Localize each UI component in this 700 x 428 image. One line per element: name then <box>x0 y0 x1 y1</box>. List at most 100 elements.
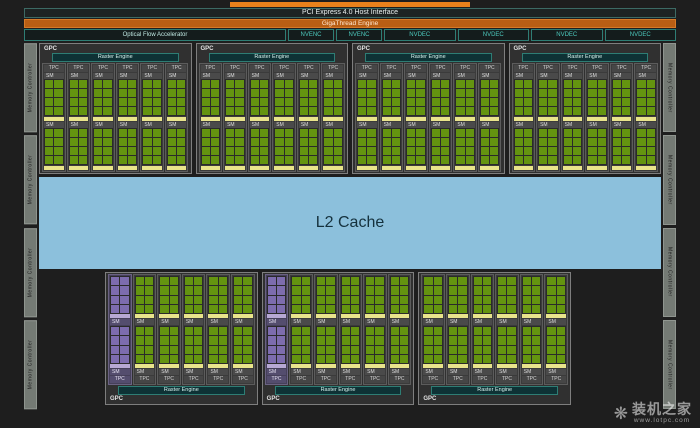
sm-block: SM <box>225 122 245 170</box>
core-cell <box>524 138 532 146</box>
core-cell <box>539 89 547 97</box>
core-cell <box>539 129 547 137</box>
core-cell <box>424 305 432 313</box>
core-cell <box>153 107 161 115</box>
l1-cache-bar <box>390 364 410 368</box>
core-cell <box>170 336 178 344</box>
core-cell <box>219 346 227 354</box>
core-cell <box>539 147 547 155</box>
core-grid <box>514 79 534 116</box>
core-grid <box>341 276 361 314</box>
core-cell <box>498 286 506 294</box>
core-cell <box>194 327 202 335</box>
core-cell <box>483 346 491 354</box>
core-cell <box>251 138 259 146</box>
core-cell <box>456 147 464 155</box>
core-cell <box>474 277 482 285</box>
core-grid <box>357 128 377 165</box>
gpc-block: SMSMTPCSMSMTPCSMSMTPCSMSMTPCSMSMTPCSMSMT… <box>262 272 415 405</box>
core-cell <box>136 346 144 354</box>
core-cell <box>54 156 62 164</box>
gpc-block: GPCRaster EngineTPCSMSMTPCSMSMTPCSMSMTPC… <box>196 43 349 174</box>
raster-engine-bar: Raster Engine <box>118 386 245 395</box>
core-cell <box>300 107 308 115</box>
core-cell <box>400 277 408 285</box>
core-cell <box>160 286 168 294</box>
core-grid <box>118 128 138 165</box>
core-cell <box>168 138 176 146</box>
l1-cache-bar <box>612 117 632 121</box>
l1-cache-bar <box>431 117 451 121</box>
core-grid <box>44 79 64 116</box>
core-cell <box>375 355 383 363</box>
core-grid <box>135 326 155 364</box>
core-cell <box>366 286 374 294</box>
core-grid <box>538 128 558 165</box>
core-cell <box>416 147 424 155</box>
core-cell <box>285 107 293 115</box>
tpc-column: TPCSMSM <box>321 63 345 172</box>
core-cell <box>177 80 185 88</box>
core-cell <box>557 277 565 285</box>
core-cell <box>507 346 515 354</box>
tpc-label: TPC <box>563 65 583 72</box>
sm-block: SM <box>274 73 294 121</box>
core-cell <box>309 80 317 88</box>
core-cell <box>515 89 523 97</box>
core-grid <box>612 79 632 116</box>
l1-cache-bar <box>538 117 558 121</box>
core-grid <box>448 326 468 364</box>
l1-cache-bar <box>167 117 187 121</box>
core-cell <box>375 346 383 354</box>
sm-label: SM <box>390 319 410 325</box>
core-cell <box>407 129 415 137</box>
sm-block: SM <box>480 73 500 121</box>
core-cell <box>168 147 176 155</box>
l1-cache-bar <box>225 117 245 121</box>
core-cell <box>449 327 457 335</box>
sm-block: SM <box>93 73 113 121</box>
core-cell <box>128 89 136 97</box>
core-cell <box>153 89 161 97</box>
core-cell <box>54 89 62 97</box>
core-grid <box>522 276 542 314</box>
core-cell <box>119 138 127 146</box>
sm-block: SM <box>431 122 451 170</box>
core-grid <box>208 326 228 364</box>
core-cell <box>70 89 78 97</box>
memory-controller-segment: Memory Controller <box>24 228 37 317</box>
core-cell <box>54 80 62 88</box>
core-cell <box>557 305 565 313</box>
tpc-label: TPC <box>316 376 336 383</box>
sm-label: SM <box>208 369 228 375</box>
core-cell <box>334 147 342 155</box>
core-cell <box>136 336 144 344</box>
l1-cache-bar <box>365 314 385 318</box>
l1-cache-bar <box>299 117 319 121</box>
core-grid <box>93 128 113 165</box>
gpc-label: GPC <box>512 45 659 53</box>
core-grid <box>587 128 607 165</box>
sm-label: SM <box>423 319 443 325</box>
l1-cache-bar <box>291 364 311 368</box>
core-cell <box>145 286 153 294</box>
core-cell <box>466 129 474 137</box>
core-cell <box>334 138 342 146</box>
core-cell <box>456 156 464 164</box>
core-cell <box>647 156 655 164</box>
core-cell <box>383 156 391 164</box>
core-cell <box>481 138 489 146</box>
tpc-column: TPCSMSM <box>610 63 634 172</box>
core-cell <box>170 277 178 285</box>
core-cell <box>547 336 555 344</box>
core-grid <box>390 276 410 314</box>
l1-cache-bar <box>267 314 287 318</box>
core-cell <box>128 98 136 106</box>
core-cell <box>498 296 506 304</box>
core-grid <box>159 276 179 314</box>
core-cell <box>136 327 144 335</box>
core-cell <box>168 129 176 137</box>
nvdec-block: NVDEC <box>605 29 677 41</box>
l1-cache-bar <box>267 364 287 368</box>
core-cell <box>375 296 383 304</box>
